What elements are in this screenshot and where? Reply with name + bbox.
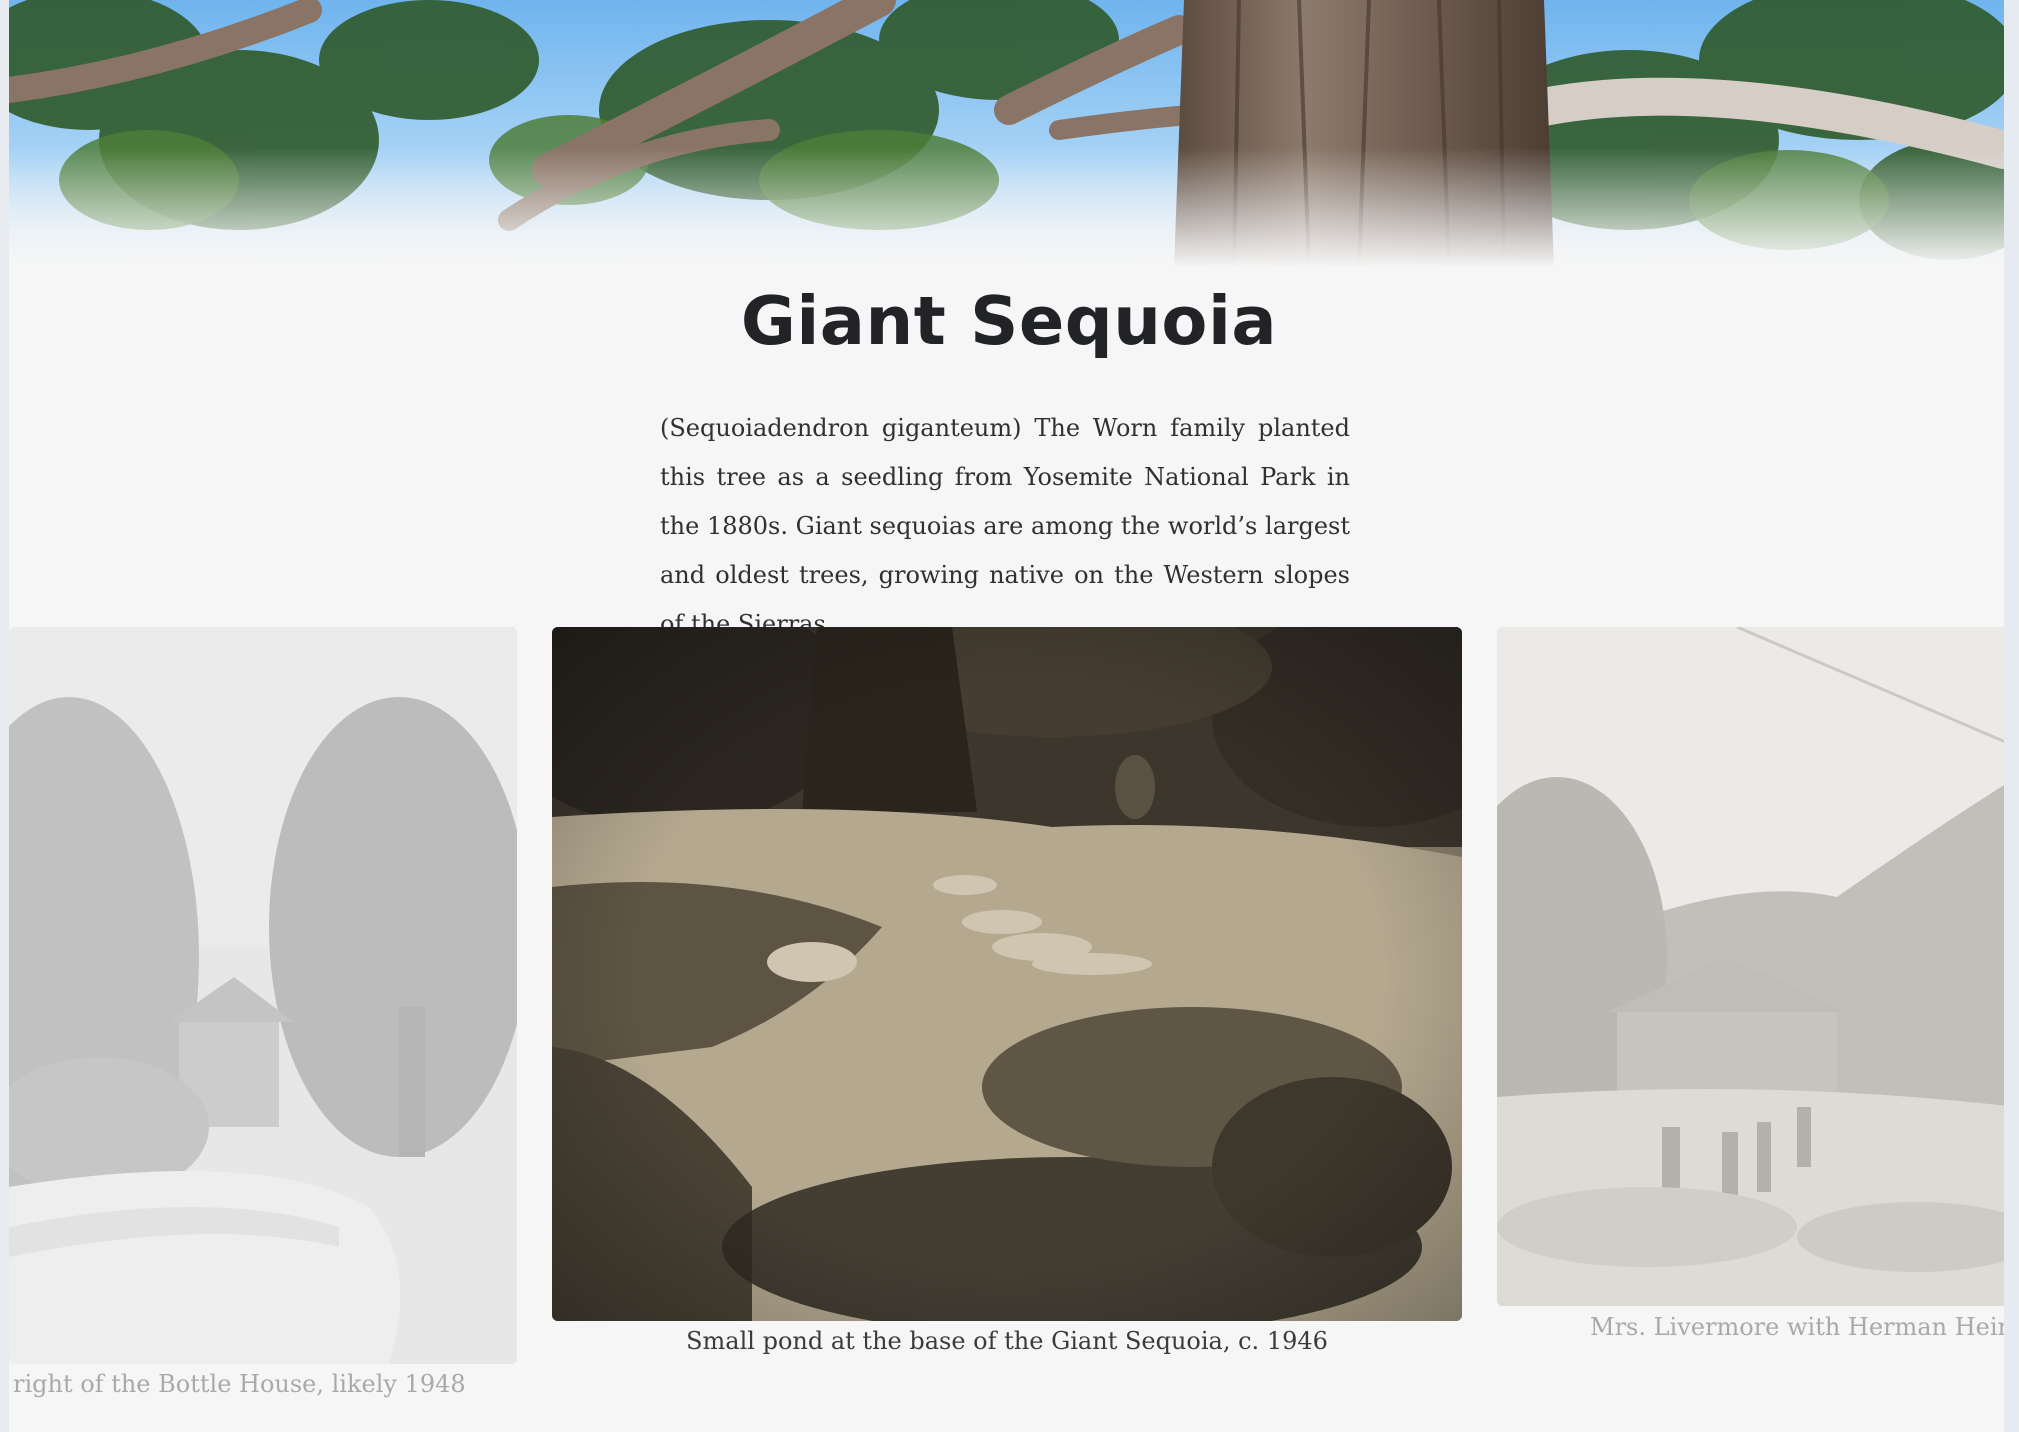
slide-caption-previous: right of the Bottle House, likely 1948 — [13, 1370, 466, 1398]
page: Giant Sequoia (Sequoiadendron giganteum)… — [9, 0, 2004, 1432]
gallery-slide-next[interactable] — [1497, 627, 2004, 1306]
tree-description: (Sequoiadendron giganteum) The Worn fami… — [660, 414, 1350, 638]
page-title: Giant Sequoia — [740, 282, 1278, 360]
scrollbar-track[interactable] — [2004, 0, 2019, 1432]
slide-caption-next: Mrs. Livermore with Herman Hein, I — [1590, 1313, 2004, 1341]
slide-caption-active: Small pond at the base of the Giant Sequ… — [686, 1327, 1328, 1355]
hero-banner-image — [9, 0, 2004, 268]
pond-photo — [552, 627, 1462, 1321]
livermore-photo — [1497, 627, 2004, 1306]
bottle-house-photo — [9, 627, 517, 1364]
gallery-slide-active[interactable] — [552, 627, 1462, 1321]
gallery-slide-previous[interactable] — [9, 627, 517, 1364]
